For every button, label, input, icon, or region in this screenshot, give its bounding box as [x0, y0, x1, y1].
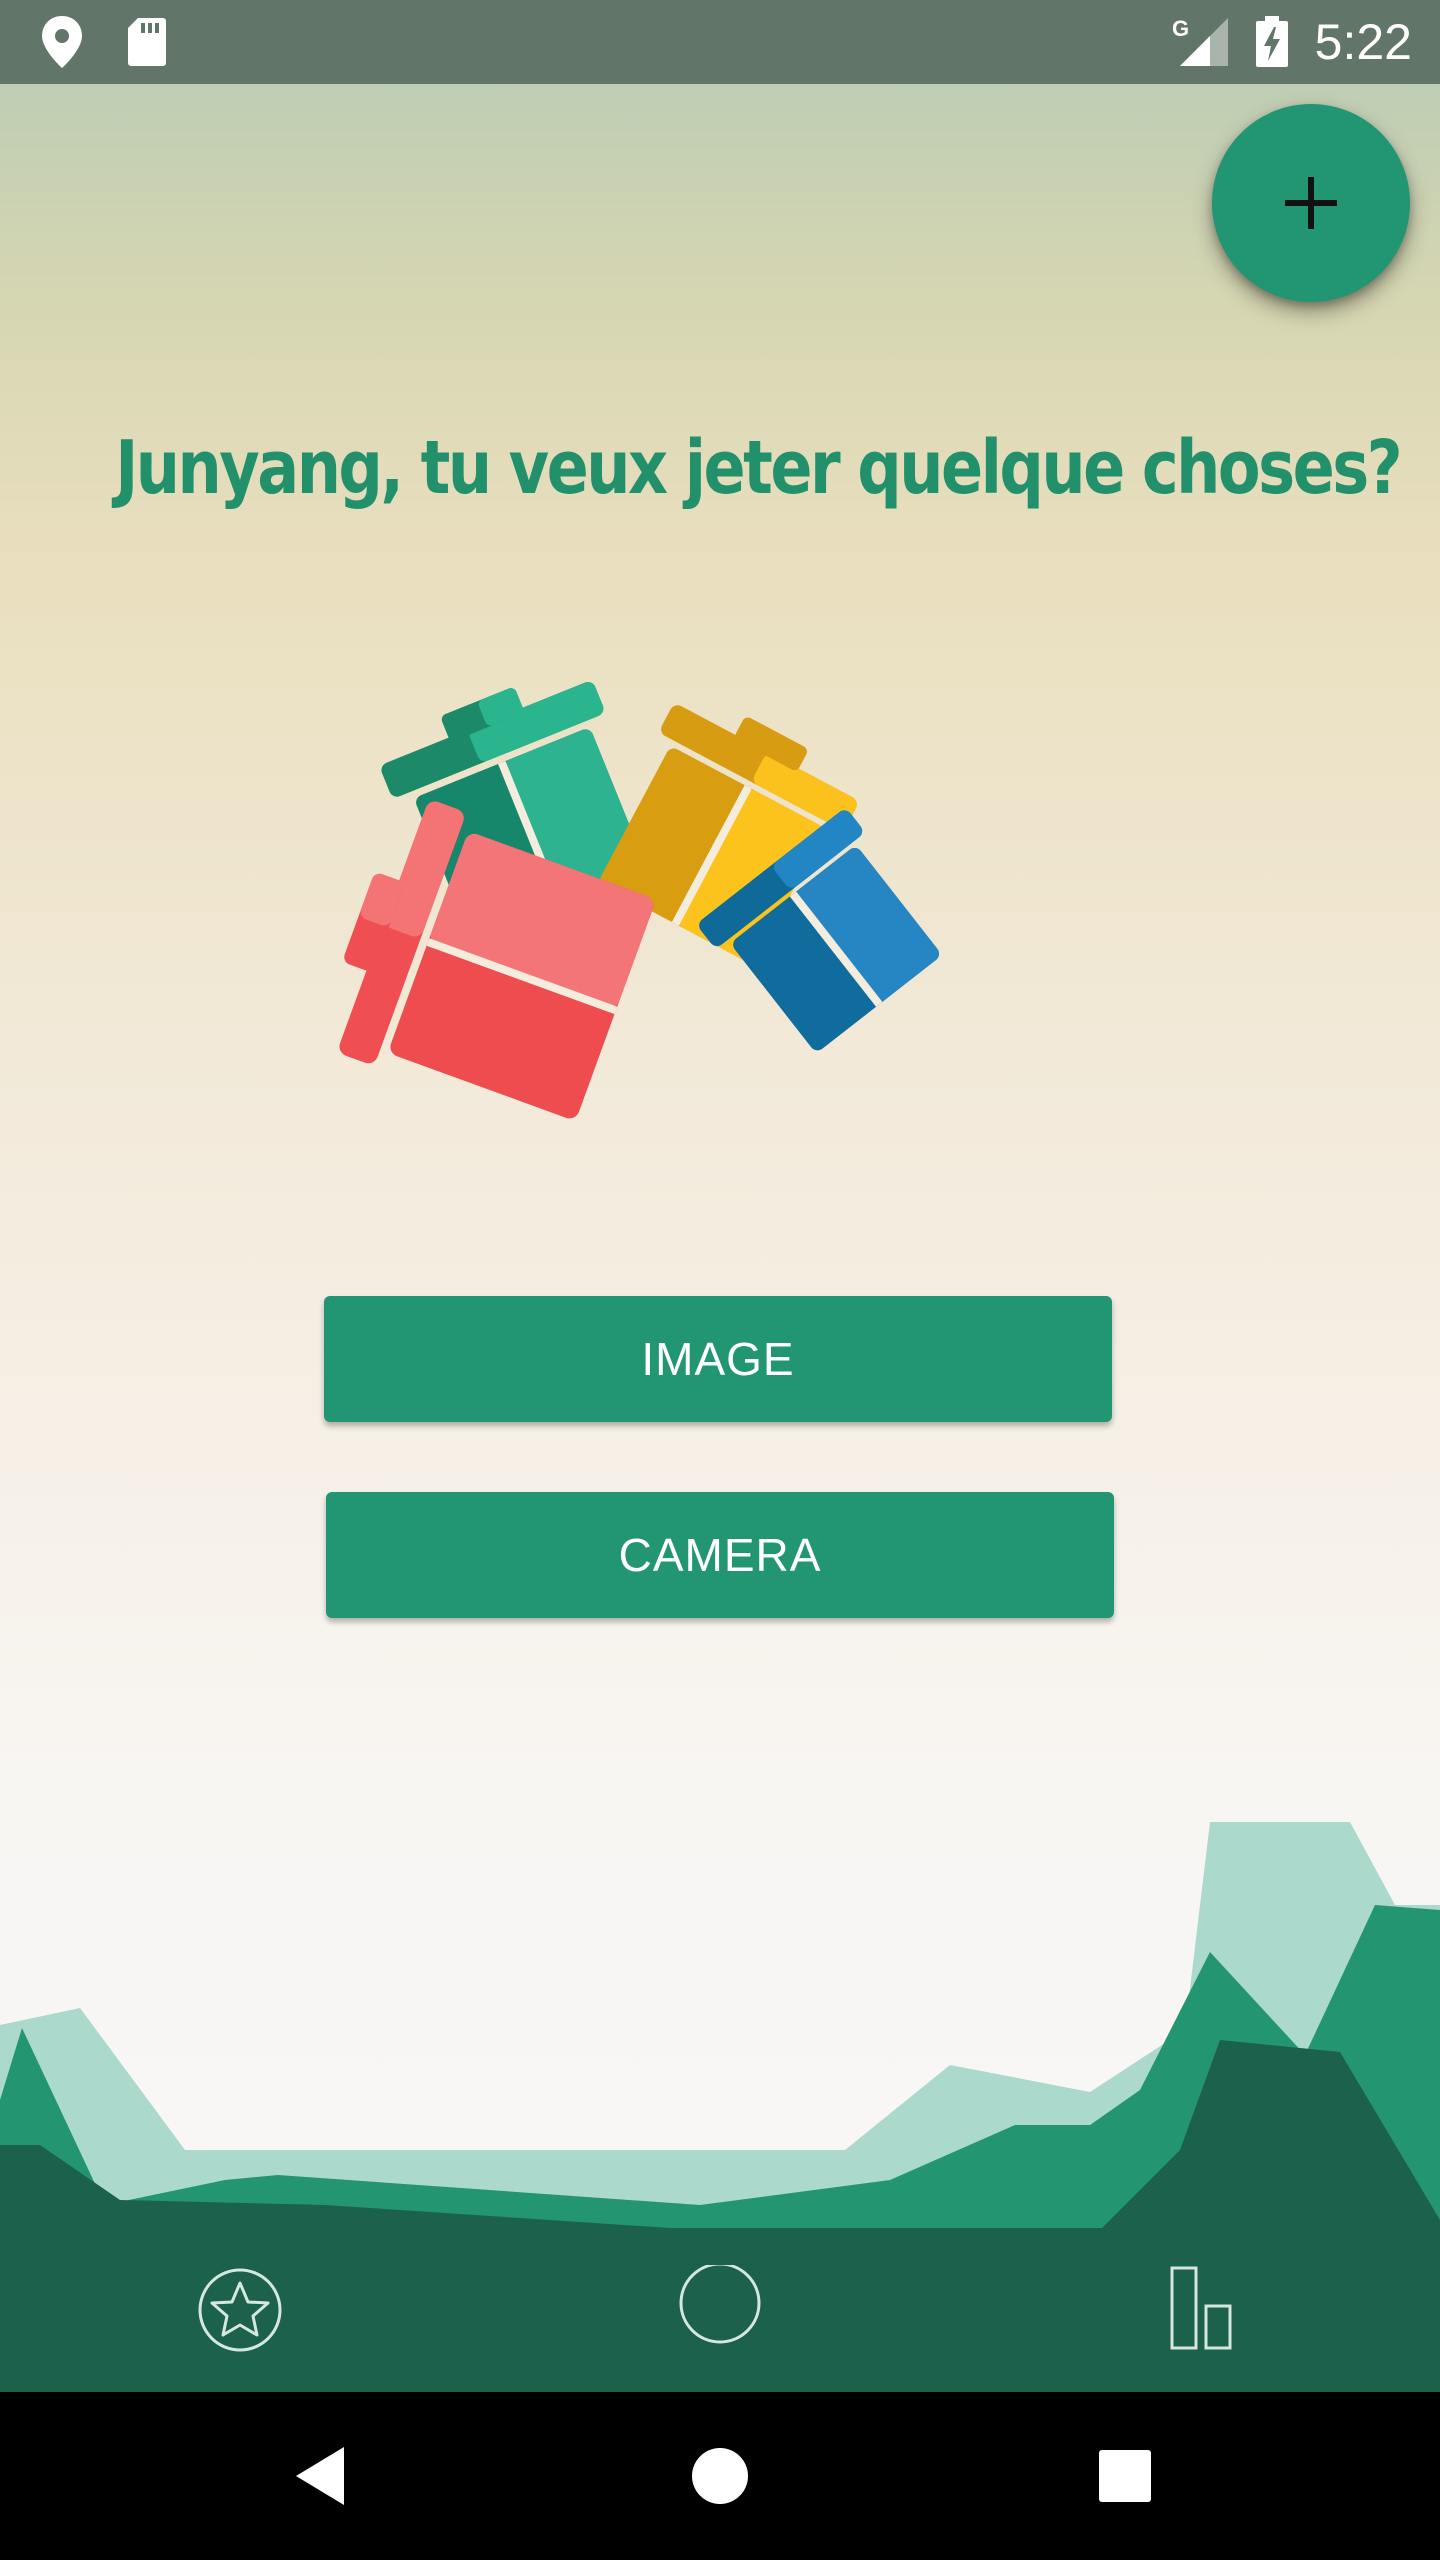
- location-pin-icon: [40, 0, 84, 84]
- nav-home[interactable]: [660, 2228, 780, 2392]
- nav-stats[interactable]: [1140, 2228, 1260, 2392]
- system-navigation-bar: [0, 2392, 1440, 2560]
- image-button[interactable]: IMAGE: [324, 1296, 1112, 1422]
- trash-bins-illustration: [330, 670, 1110, 1140]
- status-time: 5:22: [1314, 14, 1412, 70]
- home-button[interactable]: [670, 2392, 770, 2560]
- nav-favorites[interactable]: [180, 2228, 300, 2392]
- home-icon: [692, 2448, 748, 2504]
- mountain-landscape-illustration: [0, 1800, 1440, 2235]
- back-button[interactable]: [270, 2392, 370, 2560]
- recents-icon: [1099, 2450, 1151, 2502]
- signal-icon: G: [1170, 0, 1230, 84]
- page-title: Junyang, tu veux jeter quelque choses?: [115, 425, 1403, 511]
- recents-button[interactable]: [1075, 2392, 1175, 2560]
- battery-charging-icon: [1254, 0, 1290, 84]
- plus-icon: [1285, 177, 1337, 229]
- add-fab-button[interactable]: [1212, 104, 1410, 302]
- bar-chart-icon: [1170, 2266, 1232, 2350]
- back-icon: [296, 2447, 344, 2505]
- camera-button[interactable]: CAMERA: [326, 1492, 1114, 1618]
- status-bar: G 5:22: [0, 0, 1440, 84]
- star-circle-icon: [198, 2268, 282, 2352]
- sd-card-icon: [126, 0, 168, 84]
- bottom-navigation: [0, 2228, 1440, 2392]
- circle-icon: [679, 2265, 761, 2344]
- network-type-label: G: [1172, 16, 1189, 41]
